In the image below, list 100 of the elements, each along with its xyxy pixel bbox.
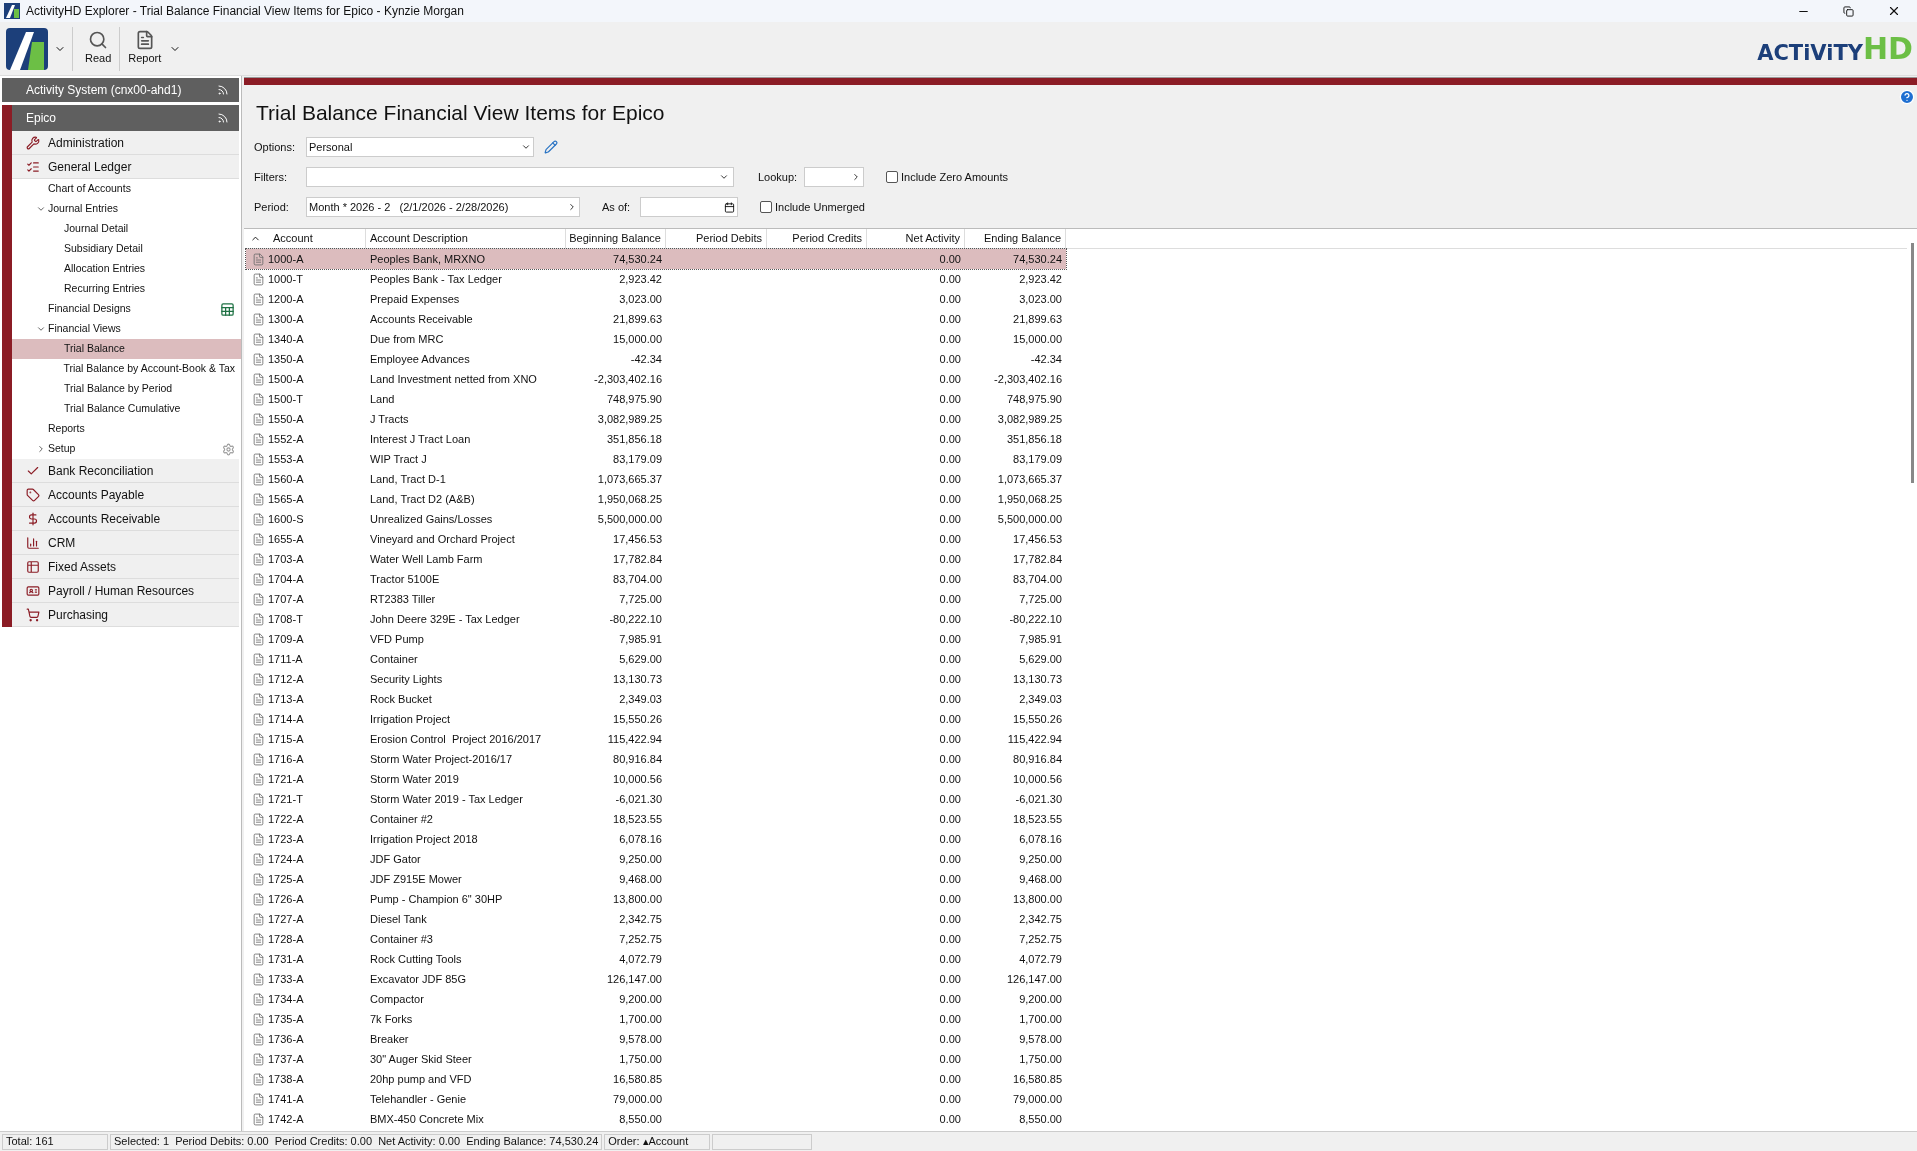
nav-item[interactable]: Journal Entries [12,199,241,219]
table-row[interactable]: 1725-A JDF Z915E Mower 9,468.00 0.00 9,468.00 [246,869,1066,889]
nav-item[interactable]: Subsidiary Detail [12,239,241,259]
table-row[interactable]: 1711-A Container 5,629.00 0.00 5,629.00 [246,649,1066,669]
lookup-field[interactable] [804,167,864,187]
table-row[interactable]: 1733-A Excavator JDF 85G 126,147.00 0.00 126,147.00 [246,969,1066,989]
table-cell-text: 83,179.09 [612,451,663,467]
brand-logo: ACTiViTYHD [1757,33,1913,64]
module-item[interactable]: Fixed Assets [12,555,239,579]
nav-item[interactable]: Financial Designs [12,299,241,319]
arrow-right-icon[interactable] [851,172,861,182]
close-button[interactable] [1887,4,1901,18]
module-item[interactable]: Payroll / Human Resources [12,579,239,603]
chevron-right-icon[interactable] [36,444,46,454]
module-item[interactable]: Administration [12,131,239,155]
table-cell-text: 2,342.75 [1018,911,1063,927]
checkbox[interactable] [886,171,898,183]
module-item[interactable]: Accounts Payable [12,483,239,507]
chevron-down-icon[interactable] [36,324,46,334]
nav-item[interactable]: Reports [12,419,241,439]
table-row[interactable]: 1200-A Prepaid Expenses 3,023.00 0.00 3,023.00 [246,289,1066,309]
table-row[interactable]: 1721-A Storm Water 2019 10,000.56 0.00 10,000.56 [246,769,1066,789]
table-row[interactable]: 1738-A 20hp pump and VFD 16,580.85 0.00 16,580.85 [246,1069,1066,1089]
help-icon[interactable] [1899,89,1915,105]
table-row[interactable]: 1724-A JDF Gator 9,250.00 0.00 9,250.00 [246,849,1066,869]
nav-item[interactable]: Chart of Accounts [12,179,241,199]
table-row[interactable]: 1735-A 7k Forks 1,700.00 0.00 1,700.00 [246,1009,1066,1029]
table-row[interactable]: 1000-A Peoples Bank, MRXNO 74,530.24 0.00 74,530.24 [246,249,1066,269]
table-row[interactable]: 1553-A WIP Tract J 83,179.09 0.00 83,179.09 [246,449,1066,469]
table-row[interactable]: 1714-A Irrigation Project 15,550.26 0.00 15,550.26 [246,709,1066,729]
table-row[interactable]: 1500-T Land 748,975.90 0.00 748,975.90 [246,389,1066,409]
table-row[interactable]: 1716-A Storm Water Project-2016/17 80,916.84 0.00 80,916.84 [246,749,1066,769]
calendar-icon[interactable] [724,201,735,213]
table-row[interactable]: 1728-A Container #3 7,252.75 0.00 7,252.75 [246,929,1066,949]
table-row[interactable]: 1000-T Peoples Bank - Tax Ledger 2,923.42 0.00 2,923.42 [246,269,1066,289]
table-cell-text: 5,500,000.00 [996,511,1063,527]
table-row[interactable]: 1741-A Telehandler - Genie 79,000.00 0.00 79,000.00 [246,1089,1066,1109]
report-button[interactable]: Report [122,30,168,67]
nav-item[interactable]: Trial Balance Cumulative [12,399,241,419]
nav-item[interactable]: Recurring Entries [12,279,241,299]
feed-icon[interactable] [217,112,229,124]
arrow-right-icon[interactable] [567,202,577,212]
module-item[interactable]: General Ledger [12,155,239,179]
restore-button[interactable] [1843,5,1854,17]
table-row[interactable]: 1560-A Land, Tract D-1 1,073,665.37 0.00 1,073,665.37 [246,469,1066,489]
table-row[interactable]: 1703-A Water Well Lamb Farm 17,782.84 0.00 17,782.84 [246,549,1066,569]
table-row[interactable]: 1736-A Breaker 9,578.00 0.00 9,578.00 [246,1029,1066,1049]
table-row[interactable]: 1715-A Erosion Control Project 2016/2017 115,422.94 0.00 115,422.94 [246,729,1066,749]
table-row[interactable]: 1550-A J Tracts 3,082,989.25 0.00 3,082,989.25 [246,409,1066,429]
table-row[interactable]: 1708-T John Deere 329E - Tax Ledger -80,222.10 0.00 -80,222.10 [246,609,1066,629]
module-item[interactable]: Bank Reconciliation [12,459,239,483]
table-row[interactable]: 1712-A Security Lights 13,130.73 0.00 13,130.73 [246,669,1066,689]
module-item[interactable]: CRM [12,531,239,555]
table-row[interactable]: 1721-T Storm Water 2019 - Tax Ledger -6,021.30 0.00 -6,021.30 [246,789,1066,809]
table-row[interactable]: 1552-A Interest J Tract Loan 351,856.18 0.00 351,856.18 [246,429,1066,449]
table-cell-text: 0.00 [938,951,962,967]
table-row[interactable]: 1707-A RT2383 Tiller 7,725.00 0.00 7,725.00 [246,589,1066,609]
app-logo-icon[interactable] [6,27,48,70]
nav-item[interactable]: Financial Views [12,319,241,339]
table-row[interactable]: 1727-A Diesel Tank 2,342.75 0.00 2,342.75 [246,909,1066,929]
table-row[interactable]: 1731-A Rock Cutting Tools 4,072.79 0.00 4,072.79 [246,949,1066,969]
module-item[interactable]: Accounts Receivable [12,507,239,531]
period-field[interactable]: Month * 2026 - 2 (2/1/2026 - 2/28/2026) [306,197,580,217]
table-row[interactable]: 1300-A Accounts Receivable 21,899.63 0.00 21,899.63 [246,309,1066,329]
nav-item[interactable]: Setup [12,439,241,459]
table-cell-text: 1737-A [268,1051,304,1067]
table-row[interactable]: 1722-A Container #2 18,523.55 0.00 18,523.55 [246,809,1066,829]
chevron-down-icon[interactable] [36,204,46,214]
table-cell-text: Telehandler - Genie [369,1091,467,1107]
table-row[interactable]: 1655-A Vineyard and Orchard Project 17,456.53 0.00 17,456.53 [246,529,1066,549]
table-row[interactable]: 1500-A Land Investment netted from XNO -2,303,402.16 0.00 -2,303,402.16 [246,369,1066,389]
table-cell-text: 1553-A [268,451,304,467]
table-row[interactable]: 1565-A Land, Tract D2 (A&B) 1,950,068.25 0.00 1,950,068.25 [246,489,1066,509]
options-dropdown[interactable]: Personal [306,137,534,157]
table-row[interactable]: 1737-A 30" Auger Skid Steer 1,750.00 0.00 1,750.00 [246,1049,1066,1069]
table-row[interactable]: 1734-A Compactor 9,200.00 0.00 9,200.00 [246,989,1066,1009]
read-button[interactable]: Read [79,30,118,67]
checkbox[interactable] [760,201,772,213]
table-row[interactable]: 1600-S Unrealized Gains/Losses 5,500,000.00 0.00 5,500,000.00 [246,509,1066,529]
table-cell-text: 1500-T [268,391,303,407]
table-row[interactable]: 1340-A Due from MRC 15,000.00 0.00 15,000.00 [246,329,1066,349]
nav-item[interactable]: Trial Balance by Account-Book & Tax [12,359,241,379]
table-row[interactable]: 1350-A Employee Advances -42.34 0.00 -42.34 [246,349,1066,369]
settings-icon[interactable] [222,442,235,456]
table-row[interactable]: 1713-A Rock Bucket 2,349.03 0.00 2,349.03 [246,689,1066,709]
table-row[interactable]: 1709-A VFD Pump 7,985.91 0.00 7,985.91 [246,629,1066,649]
feed-icon[interactable] [217,84,229,96]
module-item[interactable]: Purchasing [12,603,239,627]
table-cell-text: 1738-A [268,1071,304,1087]
edit-icon[interactable] [544,140,558,154]
table-row[interactable]: 1726-A Pump - Champion 6" 30HP 13,800.00 0.00 13,800.00 [246,889,1066,909]
nav-item[interactable]: Trial Balance [12,339,241,359]
table-row[interactable]: 1723-A Irrigation Project 2018 6,078.16 0.00 6,078.16 [246,829,1066,849]
nav-item[interactable]: Trial Balance by Period [12,379,241,399]
nav-item[interactable]: Journal Detail [12,219,241,239]
table-row[interactable]: 1742-A BMX-450 Concrete Mix 8,550.00 0.00 8,550.00 [246,1109,1066,1129]
table-row[interactable]: 1704-A Tractor 5100E 83,704.00 0.00 83,704.00 [246,569,1066,589]
as-of-field[interactable] [640,197,738,217]
nav-item[interactable]: Allocation Entries [12,259,241,279]
table-cell-text: Container #2 [369,811,434,827]
